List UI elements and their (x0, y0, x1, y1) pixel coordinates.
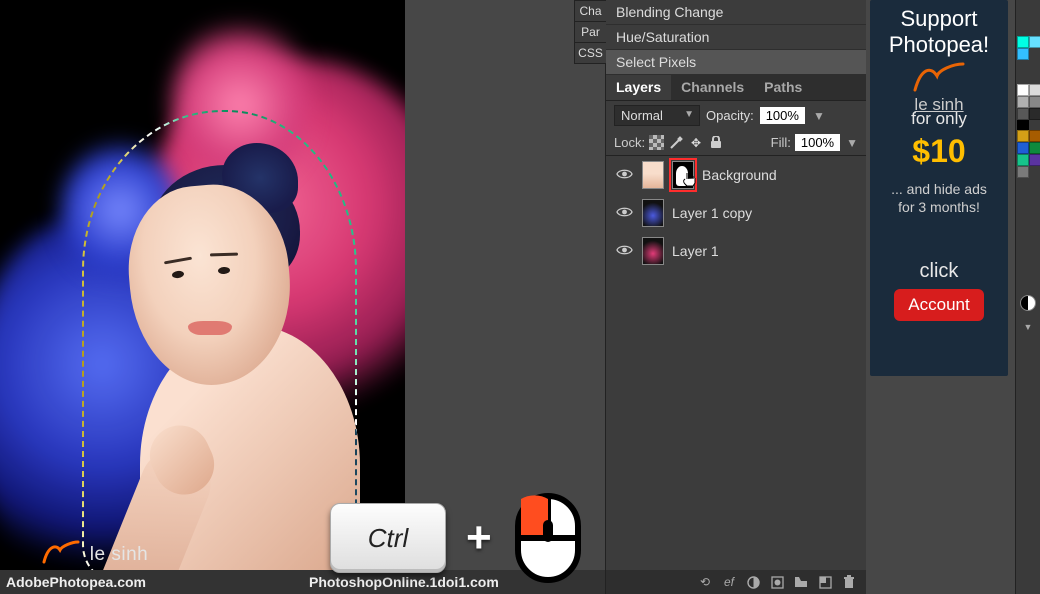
plus-icon: + (466, 513, 492, 563)
panel-tabs: Layers Channels Paths (606, 75, 866, 101)
color-swatch[interactable] (1029, 154, 1040, 166)
foreground-background-swatch-icon[interactable] (1020, 295, 1036, 311)
layer-thumbnail[interactable] (642, 199, 664, 227)
lock-all-icon[interactable] (708, 135, 724, 151)
fill-menu-icon[interactable]: ▼ (846, 136, 858, 150)
promo-box: SupportPhotopea! le sinh for only $10 ..… (870, 0, 1008, 376)
link-layers-icon[interactable]: ⟲ (698, 575, 712, 589)
color-swatch[interactable] (1017, 130, 1029, 142)
subject-figure (80, 165, 340, 594)
shortcut-hint: Ctrl + (330, 490, 584, 586)
visibility-eye-icon[interactable] (614, 205, 634, 222)
promo-click-label: click (876, 260, 1002, 283)
lock-transparency-icon[interactable] (649, 135, 664, 150)
lock-fill-row: Lock: ✥ Fill: 100% ▼ (606, 130, 866, 156)
fill-value[interactable]: 100% (795, 134, 840, 151)
layer-effects-icon[interactable]: ef (722, 575, 736, 589)
watermark-logo: le sinh (42, 538, 148, 566)
watermark-text: le sinh (90, 544, 148, 565)
menu-blending-change[interactable]: Blending Change (606, 0, 866, 25)
visibility-eye-icon[interactable] (614, 167, 634, 184)
tab-layers[interactable]: Layers (606, 75, 671, 100)
promo-note: ... and hide adsfor 3 months! (876, 180, 1002, 216)
new-group-icon[interactable] (794, 575, 808, 589)
layers-panel: Cha Par CSS Blending Change Hue/Saturati… (605, 0, 866, 594)
menu-hue-saturation[interactable]: Hue/Saturation (606, 25, 866, 50)
color-swatch[interactable] (1017, 108, 1029, 120)
layer-thumbnail[interactable] (642, 161, 664, 189)
opacity-menu-icon[interactable]: ▼ (813, 109, 825, 123)
add-mask-icon[interactable] (770, 575, 784, 589)
promo-title: SupportPhotopea! (876, 6, 1002, 59)
color-swatch[interactable] (1017, 48, 1029, 60)
promo-price: $10 (876, 133, 1002, 170)
color-swatch[interactable] (1029, 84, 1040, 96)
layer-mask-thumbnail[interactable] (672, 161, 694, 189)
side-tab-par[interactable]: Par (574, 21, 606, 43)
color-swatch[interactable] (1017, 154, 1029, 166)
lock-move-icon[interactable]: ✥ (688, 135, 704, 151)
layers-panel-footer: ⟲ ef (606, 570, 866, 594)
color-swatch[interactable] (1029, 96, 1040, 108)
layer-row[interactable]: Background (606, 156, 866, 194)
key-ctrl: Ctrl (330, 503, 446, 573)
color-swatch[interactable] (1017, 84, 1029, 96)
side-tabs: Cha Par CSS (574, 0, 606, 63)
opacity-label: Opacity: (706, 108, 754, 123)
lock-brush-icon[interactable] (668, 135, 684, 151)
adjustment-layer-icon[interactable] (746, 575, 760, 589)
promo-brand: le sinh (870, 95, 1008, 115)
color-swatch[interactable] (1017, 166, 1029, 178)
color-swatch[interactable] (1017, 36, 1029, 48)
tab-channels[interactable]: Channels (671, 75, 754, 100)
swatches-strip: ▼ (1015, 0, 1040, 594)
color-swatch[interactable] (1029, 130, 1040, 142)
tab-paths[interactable]: Paths (754, 75, 812, 100)
mouse-icon (512, 490, 584, 586)
footer-left: AdobePhotopea.com (0, 574, 146, 590)
blend-mode-select[interactable]: Normal (614, 105, 700, 126)
opacity-value[interactable]: 100% (760, 107, 805, 124)
color-swatch[interactable] (1029, 36, 1040, 48)
menu-select-pixels[interactable]: Select Pixels (606, 50, 866, 75)
chevron-down-icon[interactable]: ▼ (1016, 322, 1040, 332)
layer-row[interactable]: Layer 1 (606, 232, 866, 270)
color-swatch[interactable] (1029, 142, 1040, 154)
delete-layer-icon[interactable] (842, 575, 856, 589)
promo-account-button[interactable]: Account (894, 289, 983, 321)
fill-label: Fill: (771, 135, 791, 150)
lock-label: Lock: (614, 135, 645, 150)
side-tab-cha[interactable]: Cha (574, 0, 606, 22)
layers-list: Background Layer 1 copy Layer 1 (606, 156, 866, 270)
context-menu: Blending Change Hue/Saturation Select Pi… (606, 0, 866, 75)
visibility-eye-icon[interactable] (614, 243, 634, 260)
layer-name[interactable]: Layer 1 copy (672, 205, 752, 221)
new-layer-icon[interactable] (818, 575, 832, 589)
layer-row[interactable]: Layer 1 copy (606, 194, 866, 232)
layer-name[interactable]: Layer 1 (672, 243, 719, 259)
color-swatch[interactable] (1017, 142, 1029, 154)
promo-logo: le sinh (870, 60, 1008, 115)
layer-name[interactable]: Background (702, 167, 777, 183)
side-tab-css[interactable]: CSS (574, 42, 606, 64)
layer-thumbnail[interactable] (642, 237, 664, 265)
color-swatch[interactable] (1017, 96, 1029, 108)
blend-opacity-row: Normal Opacity: 100% ▼ (606, 101, 866, 130)
color-swatch[interactable] (1029, 108, 1040, 120)
